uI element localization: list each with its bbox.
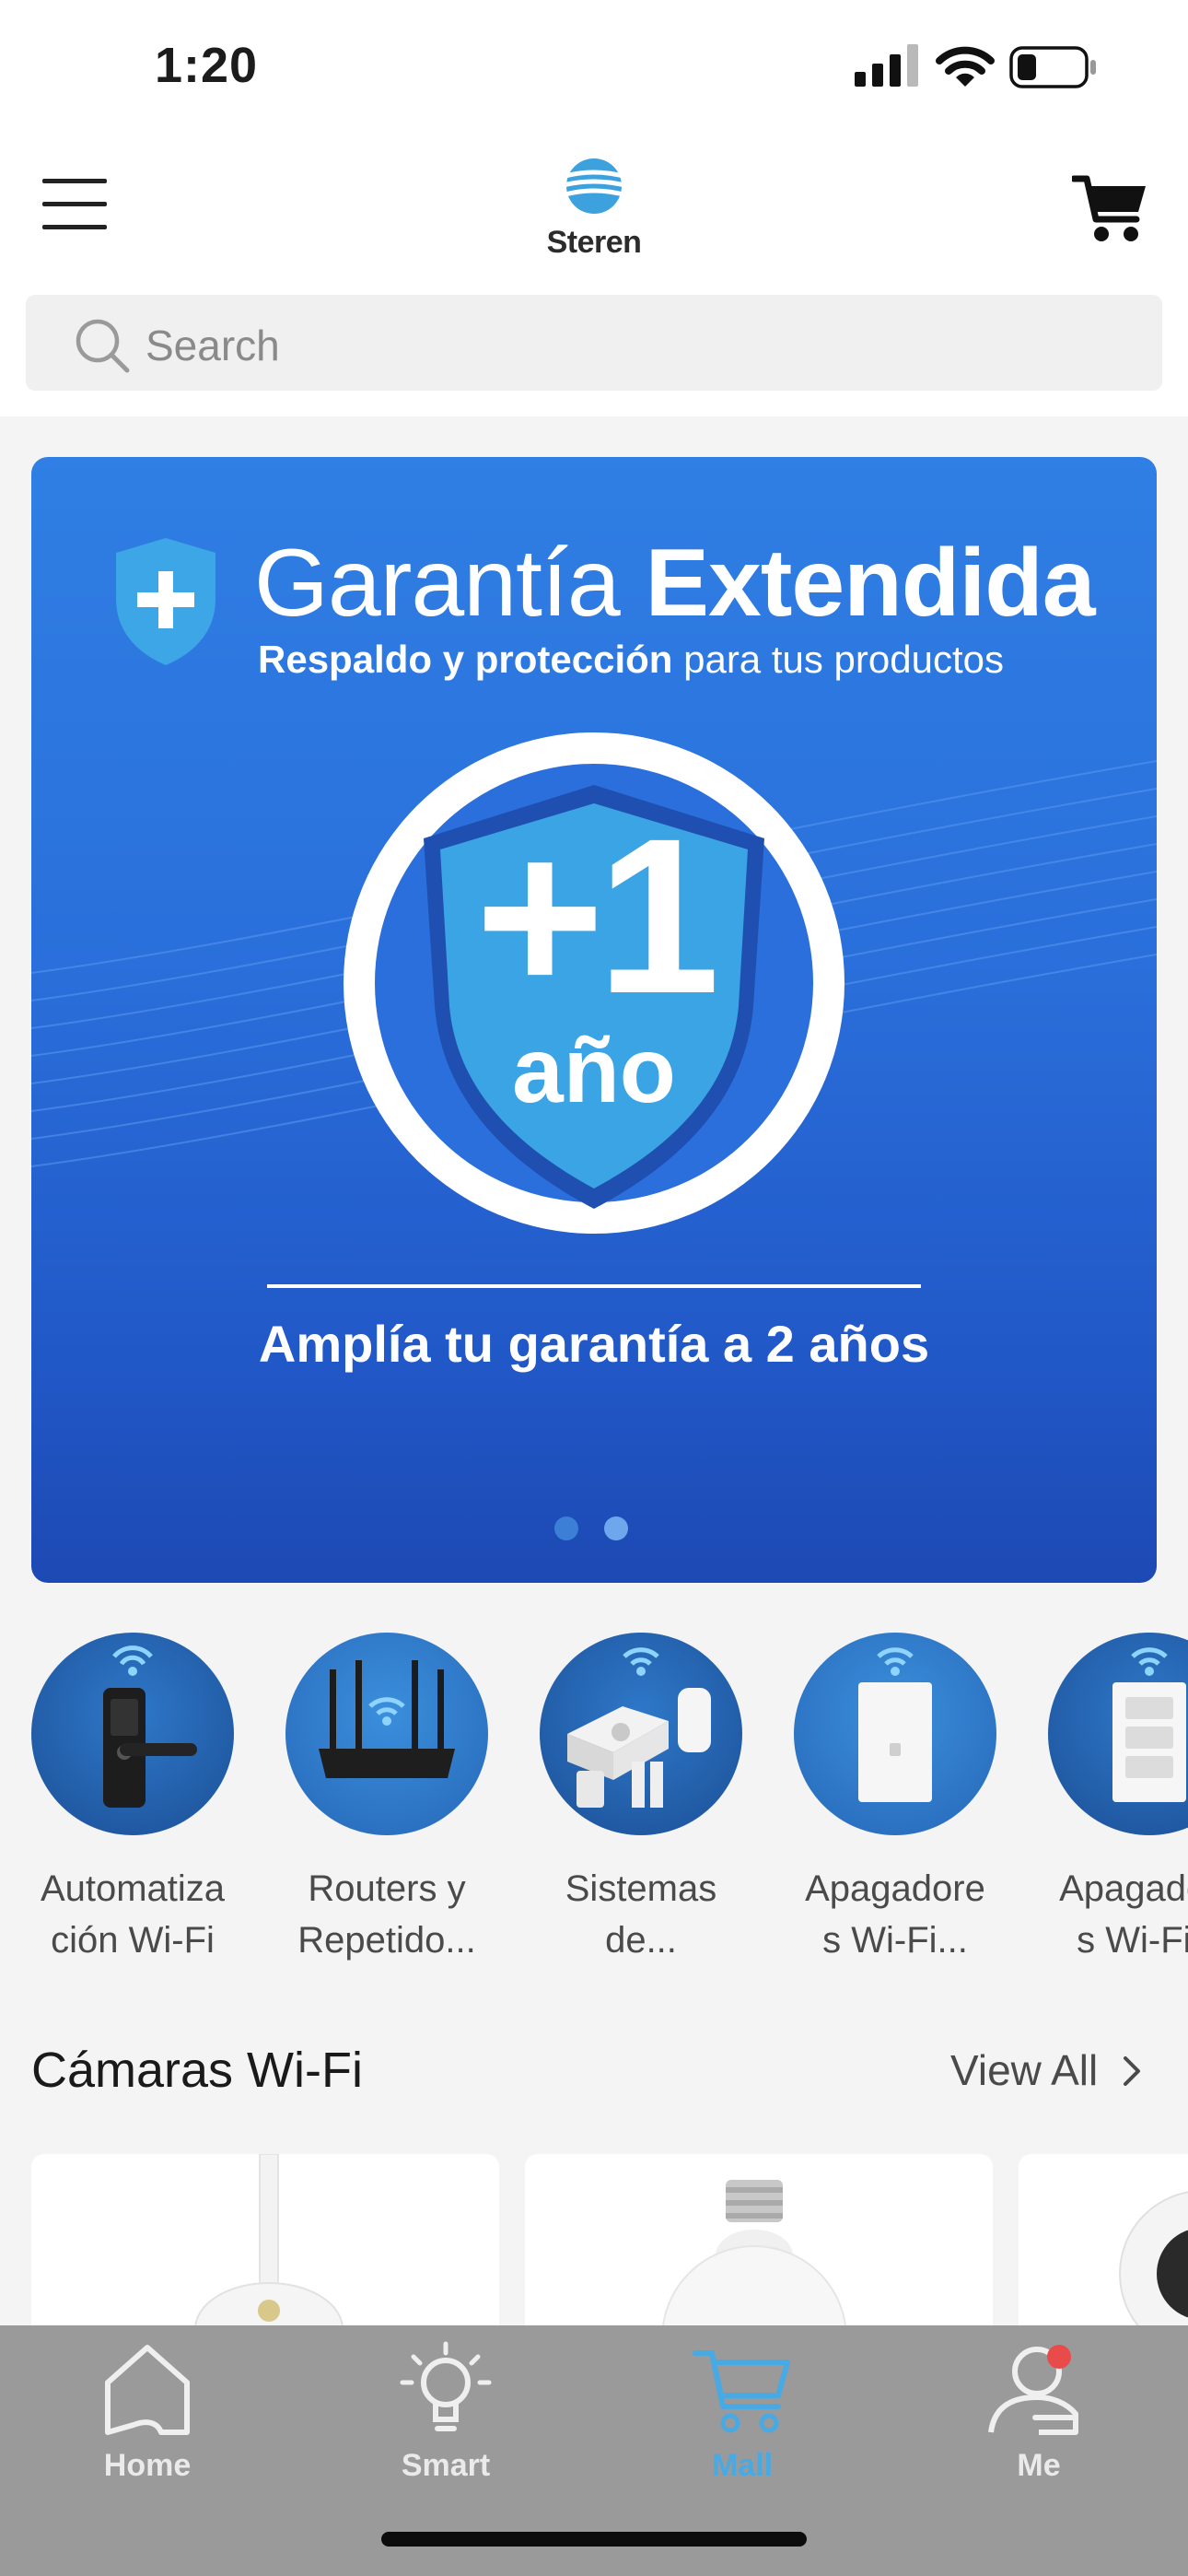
notification-dot [1047, 2345, 1071, 2369]
category-item-automation[interactable]: Automatiza ción Wi-Fi [22, 1633, 243, 1966]
wifi-icon [936, 46, 995, 87]
steren-logo-mark [559, 158, 629, 214]
product-image-dome-camera [1119, 2191, 1188, 2338]
tab-label: Smart [401, 2448, 491, 2483]
banner-divider [267, 1284, 921, 1288]
product-carousel [0, 2154, 1188, 2338]
banner-subtitle-bold: Respaldo y protección [258, 638, 673, 681]
cart-icon [693, 2350, 790, 2433]
category-label: Apagadores Wi-Fi... [1059, 1868, 1188, 1961]
category-item-wifi-switches[interactable]: Apagadore s Wi-Fi... [785, 1633, 1006, 1966]
status-bar: 1:20 [0, 0, 1188, 138]
badge-main-text: +1 [475, 792, 720, 1039]
product-card[interactable] [1019, 2154, 1188, 2338]
search-bar[interactable]: Search [26, 295, 1162, 391]
user-icon [988, 2345, 1078, 2435]
cellular-signal-icon [855, 44, 918, 87]
category-item-routers[interactable]: Routers y Repetido... [276, 1633, 497, 1966]
category-label: Routers y Repetido... [297, 1868, 476, 1961]
view-all-link[interactable]: View All [950, 2045, 1098, 2095]
banner-title: Garantía Extendida [254, 529, 1096, 638]
category-label: Apagadores Wi-Fi... [805, 1868, 985, 1961]
carousel-dot-1[interactable] [554, 1516, 578, 1540]
app-header: Steren Search [0, 138, 1188, 416]
home-indicator [381, 2532, 807, 2547]
smart-lock-icon [31, 1633, 234, 1835]
shield-plus-icon [116, 538, 215, 665]
product-image-bulb-camera [661, 2180, 847, 2338]
product-card[interactable] [31, 2154, 499, 2338]
tab-mall[interactable]: Mall [650, 2340, 834, 2484]
wall-switch-icon [794, 1633, 996, 1835]
triple-switch-icon [1048, 1633, 1188, 1835]
home-icon [105, 2345, 190, 2435]
category-item-wifi-switches-2[interactable]: Apagadores Wi-Fi... [1039, 1633, 1188, 1966]
alarm-system-icon [540, 1633, 742, 1835]
carousel-dot-2[interactable] [604, 1516, 628, 1540]
logo-wordmark: Steren [546, 225, 642, 260]
search-icon [76, 319, 130, 373]
badge-unit-text: año [512, 1019, 676, 1122]
warranty-badge: +1 año [341, 730, 847, 1236]
steren-logo: Steren [523, 155, 665, 265]
banner-title-bold: Extendida [645, 530, 1096, 637]
tab-me[interactable]: Me [947, 2340, 1131, 2484]
tab-home[interactable]: Home [55, 2340, 239, 2484]
tab-label: Me [1017, 2448, 1061, 2483]
category-label: Sistemas de... [565, 1868, 717, 1961]
status-time: 1:20 [155, 38, 259, 93]
battery-icon [1009, 46, 1096, 88]
category-item-alarm-systems[interactable]: Sistemas de... [530, 1633, 751, 1966]
category-label: Automatiza ción Wi-Fi [40, 1868, 226, 1961]
search-input[interactable]: Search [146, 321, 280, 370]
carousel-pagination [554, 1516, 654, 1545]
product-card[interactable] [525, 2154, 993, 2338]
lightbulb-icon [400, 2341, 492, 2431]
category-carousel: Automatiza ción Wi-Fi Routers y Repetido..… [0, 1633, 1188, 1983]
banner-title-light: Garantía [254, 530, 646, 637]
tab-label: Mall [711, 2448, 774, 2483]
chevron-right-icon[interactable] [1122, 2055, 1144, 2088]
tab-label: Home [103, 2448, 192, 2483]
menu-icon[interactable] [41, 170, 111, 240]
product-image-camera [194, 2154, 344, 2338]
banner-subtitle: Respaldo y protección para tus productos [258, 638, 1004, 682]
router-icon [285, 1633, 488, 1835]
tab-smart[interactable]: Smart [354, 2340, 538, 2484]
promo-banner-extended-warranty[interactable]: Garantía Extendida Respaldo y protección… [31, 457, 1157, 1583]
banner-subtitle-light: para tus productos [672, 638, 1004, 681]
cart-icon[interactable] [1072, 164, 1149, 247]
section-title-cameras: Cámaras Wi-Fi [31, 2043, 363, 2098]
banner-cta: Amplía tu garantía a 2 años [258, 1315, 930, 1373]
